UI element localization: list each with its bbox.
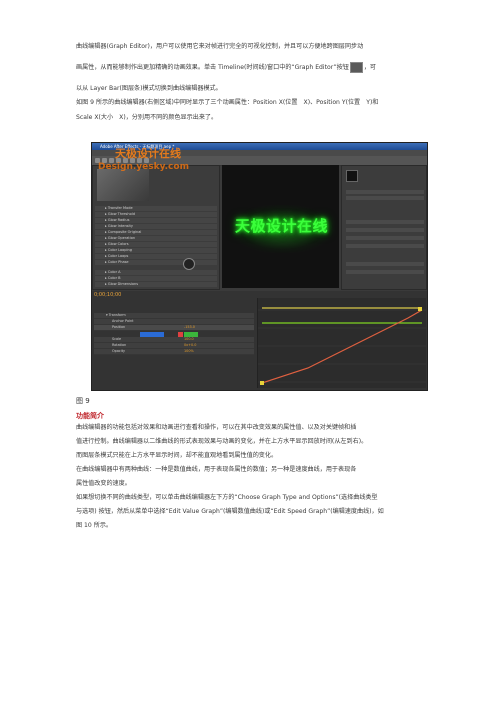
- intro-line-1: 曲线编辑器(Graph Editor)，用户可以使用它来对帧进行完全的可视化控制…: [76, 43, 364, 50]
- info-panel: [341, 165, 427, 290]
- body-line-2: 值进行控制。曲线编辑器以二维曲线的形式表现效果与动画的变化，并在上方水平显示回放…: [76, 438, 368, 445]
- watermark-url: Design.yesky.com: [98, 162, 189, 172]
- timeline-row-position[interactable]: Position -153.0: [94, 325, 254, 331]
- phase-dial-icon[interactable]: [183, 258, 195, 270]
- effect-controls-panel: ▸ Transfer Mode ▸ Glow Threshold ▸ Glow …: [92, 165, 220, 290]
- section-heading: 功能简介: [76, 412, 104, 420]
- after-effects-screenshot: Adobe After Effects - 无标题项目.aep * FileEd…: [91, 142, 428, 391]
- graph-editor-button-icon: [349, 61, 363, 73]
- color-swatch: [346, 170, 358, 182]
- project-thumbnail: [97, 169, 149, 201]
- intro-line-5: Scale X(大小 X)，分别用不同的颜色显示出来了。: [76, 114, 218, 121]
- body-line-5: 属性值改变的速度。: [76, 480, 131, 487]
- intro-line-4: 如图 9 所示的曲线编辑器(右侧区域)中同时显示了三个动画属性：Position…: [76, 99, 379, 106]
- body-line-1: 曲线编辑器的功能包括对效果和动画进行查看和操作，可以在其中改变效果的属性值、以及…: [76, 424, 357, 431]
- intro-line-2a: 画属性，从而能够制作出更加精确的动画效果。单击 Timeline(时间线)窗口中…: [76, 64, 349, 71]
- glow-text: 天极设计在线: [235, 217, 329, 235]
- red-curve[interactable]: [261, 309, 423, 384]
- intro-line-2b: ，可: [363, 64, 377, 71]
- body-line-8: 图 10 所示。: [76, 522, 113, 529]
- body-line-7: 与选项) 按钮，然后从菜单中选择“Edit Value Graph”(编辑数值曲…: [76, 508, 384, 515]
- body-line-3: 而图层条模式只能在上方水平显示时间，却不能直观地看到属性值的变化。: [76, 452, 278, 459]
- body-line-6: 如果想切换不同的曲线类型，可以单击曲线编辑器左下方的“Choose Graph …: [76, 494, 378, 501]
- composition-viewer[interactable]: 天极设计在线: [222, 165, 339, 288]
- timeline-panel: 0;00;10;00 ▾ Transform Anchor Point Posi…: [92, 291, 427, 390]
- body-line-4: 在曲线编辑器中有两种曲线：一种是数值曲线，用于表现各属性的数值；另一种是速度曲线…: [76, 466, 357, 473]
- figure-caption: 图 9: [76, 397, 90, 405]
- intro-line-2: 画属性，从而能够制作出更加精确的动画效果。单击 Timeline(时间线)窗口中…: [76, 61, 426, 74]
- watermark-logo-text: 天极设计在线: [115, 147, 181, 160]
- keyframe-end[interactable]: [418, 307, 422, 311]
- graph-curves: [258, 307, 426, 385]
- timecode[interactable]: 0;00;10;00: [94, 292, 121, 298]
- timeline-row-opacity[interactable]: Opacity 100%: [94, 349, 254, 355]
- keyframe-start[interactable]: [260, 381, 264, 385]
- intro-line-3: 以从 Layer Bar(图层条)模式切换到曲线编辑器模式。: [76, 85, 222, 92]
- graph-editor[interactable]: [257, 298, 426, 388]
